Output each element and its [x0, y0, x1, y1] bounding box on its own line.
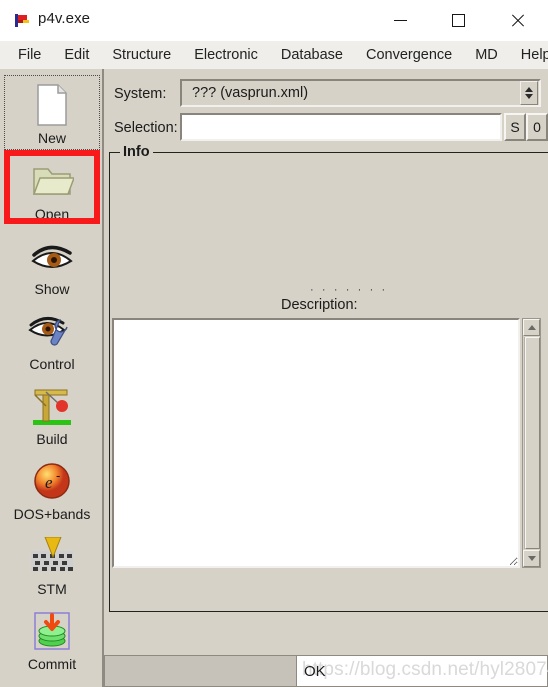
- toolbar-item-stm[interactable]: STM: [4, 527, 100, 600]
- scroll-down-icon: [527, 556, 536, 561]
- svg-text:e: e: [45, 473, 53, 492]
- svg-text:-: -: [56, 468, 60, 483]
- status-right-cell: https://blog.csdn.net/hyl280747746 OK: [296, 655, 548, 687]
- selection-s-button[interactable]: S: [504, 113, 526, 141]
- minimize-button[interactable]: [377, 0, 423, 40]
- info-dotted-separator: · · · · · · ·: [310, 284, 388, 296]
- maximize-button[interactable]: [435, 0, 481, 40]
- vscroll-track[interactable]: [524, 337, 540, 549]
- selection-label: Selection:: [114, 120, 178, 136]
- vscroll-thumb[interactable]: [525, 337, 540, 549]
- menu-item-edit[interactable]: Edit: [55, 44, 98, 67]
- toolbar-item-label: Build: [36, 431, 68, 447]
- title-bar: p4v.exe: [0, 0, 548, 42]
- system-combobox[interactable]: ??? (vasprun.xml): [180, 79, 541, 107]
- toolbar-item-new[interactable]: New: [4, 75, 100, 150]
- toolbar-item-label: New: [37, 130, 66, 146]
- selection-label-row: Selection:: [114, 113, 178, 143]
- menu-item-electronic[interactable]: Electronic: [185, 44, 267, 67]
- eye-wrench-icon: [4, 308, 100, 354]
- spin-down-icon: [525, 94, 533, 99]
- electron-icon: e -: [4, 458, 100, 504]
- menu-item-md[interactable]: MD: [466, 44, 507, 67]
- status-bar: https://blog.csdn.net/hyl280747746 OK: [104, 655, 548, 687]
- selection-input[interactable]: [180, 113, 502, 141]
- watermark-text: https://blog.csdn.net/hyl280747746: [302, 659, 548, 680]
- toolbar-item-label: STM: [37, 581, 67, 597]
- maximize-icon: [451, 13, 465, 27]
- info-groupbox: Info · · · · · · · Description:: [109, 144, 548, 687]
- window-title: p4v.exe: [38, 10, 91, 27]
- spin-up-icon: [525, 87, 533, 92]
- toolbar-item-control[interactable]: Control: [4, 302, 100, 375]
- commit-stack-icon: [4, 608, 100, 654]
- toolbar-item-show[interactable]: Show: [4, 227, 100, 300]
- system-label: System:: [114, 86, 167, 102]
- crane-icon: [4, 383, 100, 429]
- menu-item-structure[interactable]: Structure: [103, 44, 180, 67]
- eye-icon: [4, 233, 100, 279]
- status-ok-text: OK: [304, 662, 326, 680]
- open-folder-icon: [4, 158, 100, 204]
- toolbar-item-dos-bands[interactable]: e - DOS+bands: [4, 452, 100, 525]
- description-vertical-scrollbar[interactable]: [522, 318, 541, 568]
- new-document-icon: [5, 82, 99, 128]
- description-textarea[interactable]: [112, 318, 520, 568]
- system-spinner[interactable]: [520, 81, 538, 105]
- menu-item-file[interactable]: File: [9, 44, 50, 67]
- description-label: Description:: [281, 297, 358, 313]
- system-label-row: System:: [114, 79, 166, 109]
- toolbar-item-build[interactable]: Build: [4, 377, 100, 450]
- info-groupbox-title: Info: [120, 144, 153, 160]
- status-left-cell: [104, 655, 296, 687]
- vscroll-down-button[interactable]: [523, 550, 540, 567]
- toolbar-item-open[interactable]: Open: [4, 152, 100, 225]
- vscroll-up-button[interactable]: [523, 319, 540, 336]
- system-value: ??? (vasprun.xml): [192, 85, 309, 101]
- menu-item-help[interactable]: Help: [512, 44, 548, 67]
- application-window: p4v.exe File Edit Structure Electronic D…: [0, 0, 548, 687]
- main-panel: System: ??? (vasprun.xml) Selection: S 0…: [104, 69, 548, 687]
- toolbar-item-commit[interactable]: Commit: [4, 602, 100, 675]
- menu-item-database[interactable]: Database: [272, 44, 352, 67]
- selection-zero-button[interactable]: 0: [526, 113, 548, 141]
- p4v-flag-icon: [13, 12, 31, 29]
- toolbar-item-label: Show: [34, 281, 70, 297]
- minimize-icon: [393, 19, 407, 21]
- toolbar-item-label: Open: [34, 206, 70, 222]
- menu-item-convergence[interactable]: Convergence: [357, 44, 461, 67]
- toolbar-item-label: DOS+bands: [13, 506, 91, 522]
- close-button[interactable]: [494, 0, 540, 40]
- toolbar-item-label: Commit: [27, 656, 77, 672]
- toolbar-item-label: Control: [29, 356, 75, 372]
- menu-bar: File Edit Structure Electronic Database …: [0, 41, 548, 70]
- left-toolbar: New Open Show Control Build e - DOS+band…: [0, 69, 104, 687]
- close-icon: [511, 14, 524, 27]
- scroll-up-icon: [527, 325, 536, 330]
- stm-tip-icon: [4, 533, 100, 579]
